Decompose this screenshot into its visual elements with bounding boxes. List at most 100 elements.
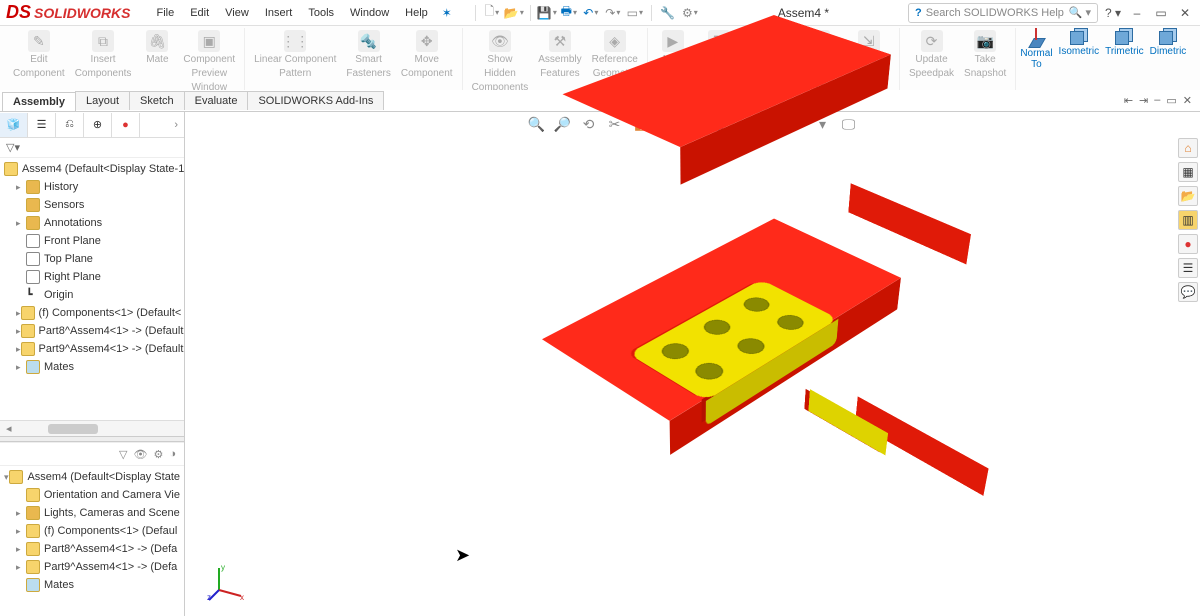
redo-icon[interactable]: ↷ [604,4,622,22]
tab-layout[interactable]: Layout [75,91,130,110]
panel-hscroll[interactable]: ◂ [0,420,184,436]
minimize-button[interactable]: – [1128,4,1146,22]
tree-root[interactable]: Assem4 (Default<Display State-1 [0,160,184,178]
app-name: SOLIDWORKS [34,5,130,21]
expand-icon[interactable]: ▸ [16,344,21,355]
feature-tree-tab[interactable]: 🧊 [0,113,28,137]
display-tree-root[interactable]: ▾Assem4 (Default<Display State [0,468,184,486]
expand-icon[interactable]: ▸ [16,562,26,573]
forum-icon[interactable]: 💬 [1178,282,1198,302]
select-icon[interactable]: ▭ [626,4,644,22]
dim-tab[interactable]: ⊕ [84,113,112,137]
component-preview-button[interactable]: ▣ComponentPreviewWindow [178,28,240,96]
expand-icon[interactable]: ▸ [16,508,26,519]
new-icon[interactable]: 🗋 [483,4,501,22]
filter-icon[interactable]: ▽ [119,448,127,461]
open-icon[interactable]: 📂 [505,4,523,22]
tab-close-icon[interactable]: ✕ [1183,94,1192,107]
help-dropdown[interactable]: ? ▾ [1104,4,1122,22]
menu-help[interactable]: Help [399,4,434,22]
tree-node[interactable]: ▸Part8^Assem4<1> -> (Default [0,322,184,340]
tree-node[interactable]: Front Plane [0,232,184,250]
restore-button[interactable]: ▭ [1152,4,1170,22]
tree-node[interactable]: ▸Annotations [0,214,184,232]
mate-button[interactable]: 🖇Mate [136,28,178,68]
expand-icon[interactable]: ▸ [16,218,26,229]
tab-assembly[interactable]: Assembly [2,92,76,111]
options-icon[interactable]: ⚙ [681,4,699,22]
search-input[interactable]: ? Search SOLIDWORKS Help 🔍 ▾ [908,3,1098,23]
design-library-icon[interactable]: ▦ [1178,162,1198,182]
tree-node[interactable]: ▸History [0,178,184,196]
tree-node[interactable]: Sensors [0,196,184,214]
menu-view[interactable]: View [219,4,255,22]
print-icon[interactable]: 🖶 [560,4,578,22]
tree-node[interactable]: ▸(f) Components<1> (Default< [0,304,184,322]
home-icon[interactable]: ⌂ [1178,138,1198,158]
expand-icon[interactable]: ▸ [16,544,26,555]
file-explorer-icon[interactable]: 📂 [1178,186,1198,206]
tree-node[interactable]: ┗Origin [0,286,184,304]
menu-edit[interactable]: Edit [184,4,215,22]
dimetric-button[interactable]: Dimetric [1150,28,1187,70]
property-manager-tab[interactable]: ☰ [28,113,56,137]
smart-fasteners-button[interactable]: 🔩SmartFasteners [341,28,395,82]
configuration-tab[interactable]: ⎌ [56,113,84,137]
isometric-button[interactable]: Isometric [1059,28,1100,70]
graphics-viewport[interactable]: 🔍 🔎 ⟲ ✂ ◧ ▣ ▾ ◍ ● ⋯ ▾ ▾ 🖵 ⌂ ▦ 📂 ▥ ● ☰ 💬 [185,112,1200,616]
linear-pattern-button[interactable]: ⋮⋮Linear ComponentPattern [249,28,341,82]
pin-icon[interactable]: ✶ [442,6,452,20]
tree-node[interactable]: ▸Part9^Assem4<1> -> (Default [0,340,184,358]
edit-component-button[interactable]: ✎EditComponent [8,28,70,82]
undo-icon[interactable]: ↶ [582,4,600,22]
hide-show-icon[interactable]: 👁 [134,448,148,461]
expand-icon[interactable]: ▸ [16,182,26,193]
appearances-icon[interactable]: ● [1178,234,1198,254]
tab-minimize-icon[interactable]: – [1154,94,1160,107]
move-component-button[interactable]: ✥MoveComponent [396,28,458,82]
transparency-icon[interactable]: ◑ [169,448,176,460]
tree-node[interactable]: Mates [0,576,184,594]
expand-icon[interactable]: ▸ [16,326,21,337]
custom-props-icon[interactable]: ☰ [1178,258,1198,278]
take-snapshot-button[interactable]: 📷TakeSnapshot [959,28,1011,82]
display-tab[interactable]: ● [112,113,140,137]
expand-icon[interactable]: ▸ [16,526,26,537]
insert-components-button[interactable]: ⧉InsertComponents [70,28,137,82]
part-icon [21,306,35,320]
tab-evaluate[interactable]: Evaluate [184,91,249,110]
tab-restore-icon[interactable]: ▭ [1166,94,1176,107]
view-palette-icon[interactable]: ▥ [1178,210,1198,230]
tree-node[interactable]: Orientation and Camera Vie [0,486,184,504]
menu-insert[interactable]: Insert [259,4,299,22]
rebuild-icon[interactable]: 🔧 [659,4,677,22]
menu-window[interactable]: Window [344,4,395,22]
save-icon[interactable]: 💾 [538,4,556,22]
tree-node[interactable]: Top Plane [0,250,184,268]
trimetric-button[interactable]: Trimetric [1105,28,1144,70]
tree-node[interactable]: ▸Mates [0,358,184,376]
menu-file[interactable]: File [150,4,180,22]
menu-tools[interactable]: Tools [302,4,340,22]
tab-addins[interactable]: SOLIDWORKS Add-Ins [247,91,384,110]
tree-node[interactable]: ▸Lights, Cameras and Scene [0,504,184,522]
panel-collapse-icon[interactable]: › [168,119,184,131]
expand-icon[interactable]: ▸ [16,362,26,373]
tree-node[interactable]: ▸(f) Components<1> (Defaul [0,522,184,540]
display-mode-icon[interactable]: ⚙ [153,448,163,461]
tree-node[interactable]: ▸Part8^Assem4<1> -> (Defa [0,540,184,558]
tab-sketch[interactable]: Sketch [129,91,185,110]
assembly-features-button[interactable]: ⚒AssemblyFeatures [533,28,586,82]
orientation-triad[interactable]: y x z [207,562,247,602]
close-button[interactable]: ✕ [1176,4,1194,22]
tab-expand-right-icon[interactable]: ⇥ [1139,94,1148,107]
expand-icon[interactable]: ▸ [16,308,21,319]
tab-expand-left-icon[interactable]: ⇤ [1124,94,1133,107]
normal-to-button[interactable]: NormalTo [1020,28,1052,70]
search-icon[interactable]: 🔍 ▾ [1069,6,1091,19]
tree-node[interactable]: Right Plane [0,268,184,286]
show-hidden-button[interactable]: 👁ShowHiddenComponents [467,28,534,96]
filter-row[interactable]: ▽▾ [0,138,184,158]
tree-node[interactable]: ▸Part9^Assem4<1> -> (Defa [0,558,184,576]
update-speedpak-button[interactable]: ⟳UpdateSpeedpak [904,28,959,82]
